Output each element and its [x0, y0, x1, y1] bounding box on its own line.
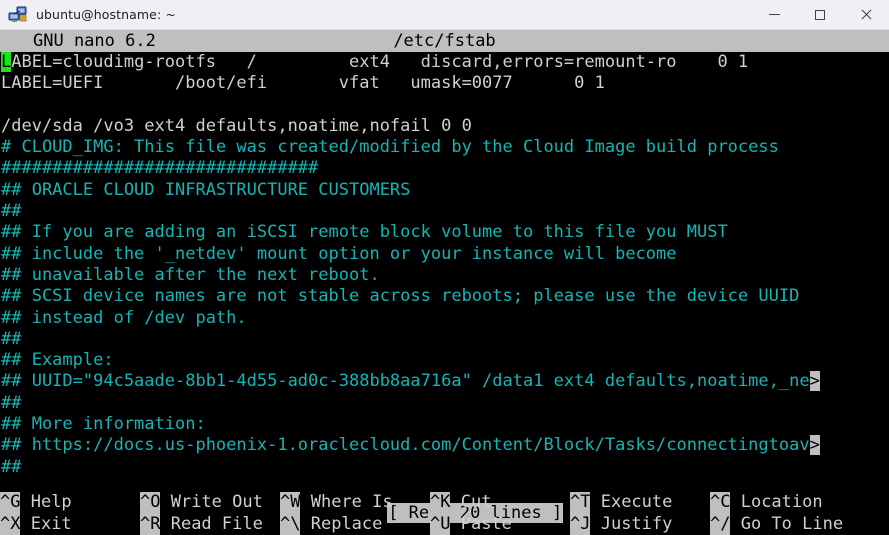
shortcut-label: Execute — [590, 492, 673, 513]
editor-line[interactable]: ## — [0, 393, 889, 414]
shortcut-key: ^K — [430, 492, 451, 514]
editor-line-text: ## Example: — [1, 350, 114, 371]
shortcut-row: ^G Help ^O Write Out ^W Where Is ^K Cut ^T E… — [0, 492, 889, 514]
shortcut-execute[interactable]: ^T Execute — [570, 492, 673, 514]
editor-line-text: LABEL=UEFI /boot/efi vfat umask=0077 0 1 — [1, 73, 605, 94]
editor-line[interactable]: ## — [0, 201, 889, 222]
shortcut-exit[interactable]: ^X Exit — [0, 513, 72, 535]
line-wrap-indicator: > — [809, 371, 820, 392]
editor-line-text: ############################### — [1, 158, 319, 179]
shortcut-label: Cut — [450, 492, 492, 513]
editor-line-text: ## include the '_netdev' mount option or… — [1, 243, 677, 264]
nano-shortcut-bar: ^G Help ^O Write Out ^W Where Is ^K Cut ^T E… — [0, 492, 889, 535]
shortcut-label: Read File — [160, 513, 263, 534]
shortcut-key: ^J — [570, 513, 591, 535]
maximize-button[interactable] — [797, 0, 843, 29]
maximize-icon — [815, 9, 825, 20]
shortcut-label: Justify — [590, 513, 673, 534]
editor-line[interactable]: ## Example: — [0, 350, 889, 371]
editor-line[interactable]: ## UUID="94c5aade-8bb1-4d55-ad0c-388bb8a… — [0, 371, 889, 392]
editor-line[interactable]: ## instead of /dev path. — [0, 308, 889, 329]
window-titlebar[interactable]: ubuntu@hostname: ~ — [0, 0, 889, 30]
shortcut-key: ^O — [140, 492, 161, 514]
editor-line[interactable]: ## — [0, 457, 889, 478]
editor-line[interactable]: # CLOUD_IMG: This file was created/modif… — [0, 137, 889, 158]
window-controls — [751, 0, 889, 29]
shortcut-key: ^U — [430, 513, 451, 535]
minimize-icon — [768, 14, 780, 15]
shortcut-label: Go To Line — [730, 513, 844, 534]
shortcut-key: ^C — [710, 492, 731, 514]
editor-line-text: ## If you are adding an iSCSI remote blo… — [1, 222, 728, 243]
shortcut-key: ^G — [0, 492, 21, 514]
editor-line-text: # CLOUD_IMG: This file was created/modif… — [1, 137, 779, 158]
shortcut-key: ^X — [0, 513, 21, 535]
shortcut-write-out[interactable]: ^O Write Out — [140, 492, 263, 514]
nano-editor[interactable]: GNU nano 6.2 /etc/fstab LABEL=cloudimg-r… — [0, 30, 889, 535]
shortcut-label: Exit — [20, 513, 72, 534]
shortcut-key: ^R — [140, 513, 161, 535]
close-icon — [860, 9, 872, 21]
editor-line[interactable]: ## SCSI device names are not stable acro… — [0, 286, 889, 307]
shortcut-label: Paste — [450, 513, 512, 534]
shortcut-paste[interactable]: ^U Paste — [430, 513, 512, 535]
shortcut-key: ^/ — [710, 513, 731, 535]
editor-line-text: ## UUID="94c5aade-8bb1-4d55-ad0c-388bb8a… — [1, 371, 810, 392]
shortcut-label: Write Out — [160, 492, 263, 513]
terminal-window: ubuntu@hostname: ~ GNU nano 6.2 /etc/fst… — [0, 0, 889, 535]
editor-line-text: ## — [1, 392, 22, 413]
shortcut-row: ^X Exit ^R Read File ^\ Replace ^U Paste ^J … — [0, 513, 889, 535]
editor-line-text: ## https://docs.us-phoenix-1.oraclecloud… — [1, 435, 810, 456]
editor-line-text: ## — [1, 201, 22, 222]
editor-line-text: ## More information: — [1, 414, 206, 435]
editor-line-text: ABEL=cloudimg-rootfs / ext4 discard,erro… — [11, 52, 749, 72]
editor-line[interactable]: ## ORACLE CLOUD INFRASTRUCTURE CUSTOMERS — [0, 180, 889, 201]
editor-line[interactable]: ############################### — [0, 158, 889, 179]
editor-line[interactable]: ## If you are adding an iSCSI remote blo… — [0, 222, 889, 243]
editor-line-text: ## instead of /dev path. — [1, 307, 247, 328]
editor-line[interactable]: ## — [0, 329, 889, 350]
putty-computer-icon — [8, 5, 28, 25]
editor-line[interactable]: ## include the '_netdev' mount option or… — [0, 244, 889, 265]
line-wrap-indicator: > — [809, 435, 820, 456]
editor-line[interactable]: LABEL=cloudimg-rootfs / ext4 discard,err… — [0, 52, 889, 73]
shortcut-help[interactable]: ^G Help — [0, 492, 72, 514]
shortcut-label: Help — [20, 492, 72, 513]
shortcut-where-is[interactable]: ^W Where Is — [280, 492, 393, 514]
shortcut-label: Where Is — [300, 492, 393, 513]
shortcut-justify[interactable]: ^J Justify — [570, 513, 673, 535]
editor-line[interactable]: ## https://docs.us-phoenix-1.oraclecloud… — [0, 435, 889, 456]
editor-line[interactable]: ## unavailable after the next reboot. — [0, 265, 889, 286]
editor-line-text: ## ORACLE CLOUD INFRASTRUCTURE CUSTOMERS — [1, 179, 411, 200]
shortcut-location[interactable]: ^C Location — [710, 492, 823, 514]
editor-line-text: ## — [1, 328, 22, 349]
shortcut-label: Location — [730, 492, 823, 513]
editor-line-text: ## SCSI device names are not stable acro… — [1, 286, 800, 307]
shortcut-replace[interactable]: ^\ Replace — [280, 513, 383, 535]
editor-line[interactable]: /dev/sda /vo3 ext4 defaults,noatime,nofa… — [0, 116, 889, 137]
nano-filename-label: /etc/fstab — [393, 31, 496, 51]
editor-line-text: /dev/sda /vo3 ext4 defaults,noatime,nofa… — [1, 115, 472, 136]
nano-header-bar: GNU nano 6.2 /etc/fstab — [0, 30, 889, 52]
nano-text-buffer[interactable]: LABEL=cloudimg-rootfs / ext4 discard,err… — [0, 52, 889, 478]
shortcut-label: Replace — [300, 513, 383, 534]
minimize-button[interactable] — [751, 0, 797, 29]
editor-line[interactable]: LABEL=UEFI /boot/efi vfat umask=0077 0 1 — [0, 73, 889, 94]
shortcut-key: ^\ — [280, 513, 301, 535]
shortcut-key: ^W — [280, 492, 301, 514]
shortcut-key: ^T — [570, 492, 591, 514]
close-button[interactable] — [843, 0, 889, 29]
shortcut-read-file[interactable]: ^R Read File — [140, 513, 263, 535]
shortcut-cut[interactable]: ^K Cut — [430, 492, 492, 514]
shortcut-go-to-line[interactable]: ^/ Go To Line — [710, 513, 844, 535]
editor-line[interactable]: ## More information: — [0, 414, 889, 435]
window-title: ubuntu@hostname: ~ — [36, 7, 176, 22]
editor-line-text: ## unavailable after the next reboot. — [1, 264, 380, 285]
editor-line-text: ## — [1, 456, 22, 477]
editor-line[interactable] — [0, 95, 889, 116]
